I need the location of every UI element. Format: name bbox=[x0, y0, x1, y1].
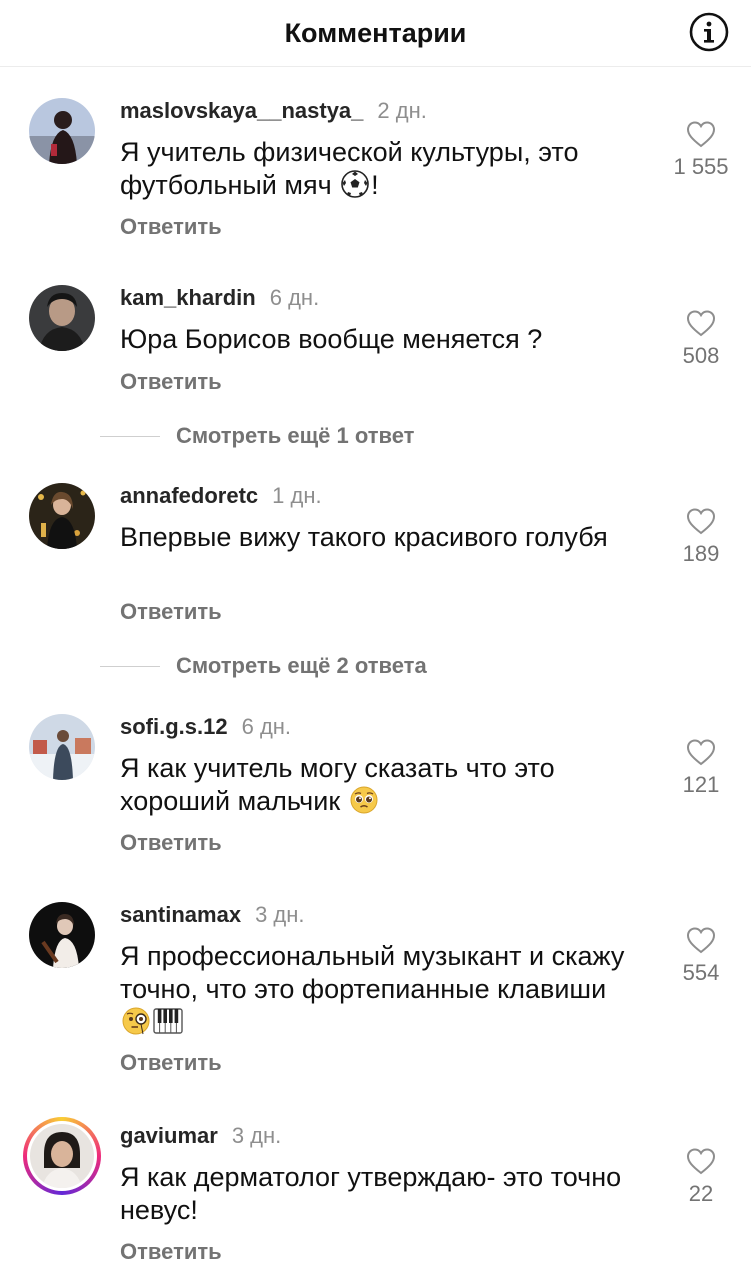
view-more-replies[interactable]: Смотреть ещё 2 ответа bbox=[100, 653, 427, 679]
heart-icon[interactable] bbox=[686, 1147, 716, 1175]
username[interactable]: gaviumar bbox=[120, 1123, 218, 1149]
like-count: 1 555 bbox=[673, 154, 729, 179]
info-icon bbox=[689, 12, 729, 52]
like-count: 189 bbox=[682, 541, 720, 566]
view-more-replies[interactable]: Смотреть ещё 1 ответ bbox=[100, 423, 414, 449]
username[interactable]: annafedoretc bbox=[120, 483, 258, 509]
heart-icon[interactable] bbox=[686, 926, 716, 954]
comment-text: Я как дерматолог утверждаю- это точно не… bbox=[120, 1162, 622, 1225]
reply-button[interactable]: Ответить bbox=[120, 830, 222, 856]
reply-button[interactable]: Ответить bbox=[120, 1050, 222, 1076]
reply-button[interactable]: Ответить bbox=[120, 214, 222, 240]
soccer-ball-icon bbox=[341, 170, 369, 198]
like-count: 121 bbox=[682, 772, 720, 797]
username[interactable]: santinamax bbox=[120, 902, 241, 928]
heart-icon[interactable] bbox=[686, 738, 716, 766]
avatar[interactable] bbox=[29, 98, 95, 164]
monocle-face-icon bbox=[122, 1007, 150, 1035]
reply-button[interactable]: Ответить bbox=[120, 369, 222, 395]
avatar[interactable] bbox=[29, 483, 95, 549]
comment-text: Я как учитель могу сказать что это хорош… bbox=[120, 753, 555, 816]
like-count: 22 bbox=[688, 1181, 714, 1206]
username[interactable]: sofi.g.s.12 bbox=[120, 714, 228, 740]
reply-button[interactable]: Ответить bbox=[120, 1239, 222, 1265]
comment-text: Юра Борисов вообще меняется ? bbox=[120, 324, 543, 354]
like-group: 554 bbox=[660, 926, 742, 986]
heart-icon[interactable] bbox=[686, 120, 716, 148]
comment-text: Я учитель физической культуры, это футбо… bbox=[120, 137, 579, 200]
page-title: Комментарии bbox=[284, 17, 467, 48]
avatar[interactable] bbox=[29, 285, 95, 351]
timestamp: 6 дн. bbox=[269, 285, 320, 310]
timestamp: 3 дн. bbox=[255, 902, 305, 927]
like-count: 508 bbox=[682, 343, 720, 368]
view-more-label[interactable]: Смотреть ещё 1 ответ bbox=[176, 423, 414, 449]
timestamp: 2 дн. bbox=[377, 98, 427, 123]
avatar[interactable] bbox=[29, 902, 95, 968]
heart-icon[interactable] bbox=[686, 507, 716, 535]
avatar[interactable] bbox=[29, 714, 95, 780]
username[interactable]: kam_khardin bbox=[120, 285, 256, 311]
info-button[interactable] bbox=[689, 12, 729, 52]
view-more-label[interactable]: Смотреть ещё 2 ответа bbox=[176, 653, 427, 679]
like-group: 189 bbox=[660, 507, 742, 567]
like-group: 1 555 bbox=[660, 120, 742, 180]
timestamp: 6 дн. bbox=[241, 714, 292, 739]
avatar-story-ring[interactable] bbox=[23, 1117, 101, 1195]
piano-keys-icon bbox=[153, 1008, 183, 1034]
like-group: 22 bbox=[660, 1147, 742, 1207]
like-group: 121 bbox=[660, 738, 742, 798]
reply-button[interactable]: Ответить bbox=[120, 599, 222, 625]
divider bbox=[100, 435, 160, 437]
username[interactable]: maslovskaya__nastya_ bbox=[120, 98, 363, 124]
comment-text: Впервые вижу такого красивого голубя bbox=[120, 522, 608, 552]
pleading-face-icon bbox=[350, 786, 378, 814]
like-group: 508 bbox=[660, 309, 742, 369]
header: Комментарии bbox=[0, 0, 751, 67]
like-count: 554 bbox=[682, 960, 720, 985]
comment-text: Я профессиональный музыкант и скажу точн… bbox=[120, 940, 640, 1039]
heart-icon[interactable] bbox=[686, 309, 716, 337]
timestamp: 1 дн. bbox=[272, 483, 322, 508]
divider bbox=[100, 665, 160, 667]
timestamp: 3 дн. bbox=[231, 1123, 282, 1148]
